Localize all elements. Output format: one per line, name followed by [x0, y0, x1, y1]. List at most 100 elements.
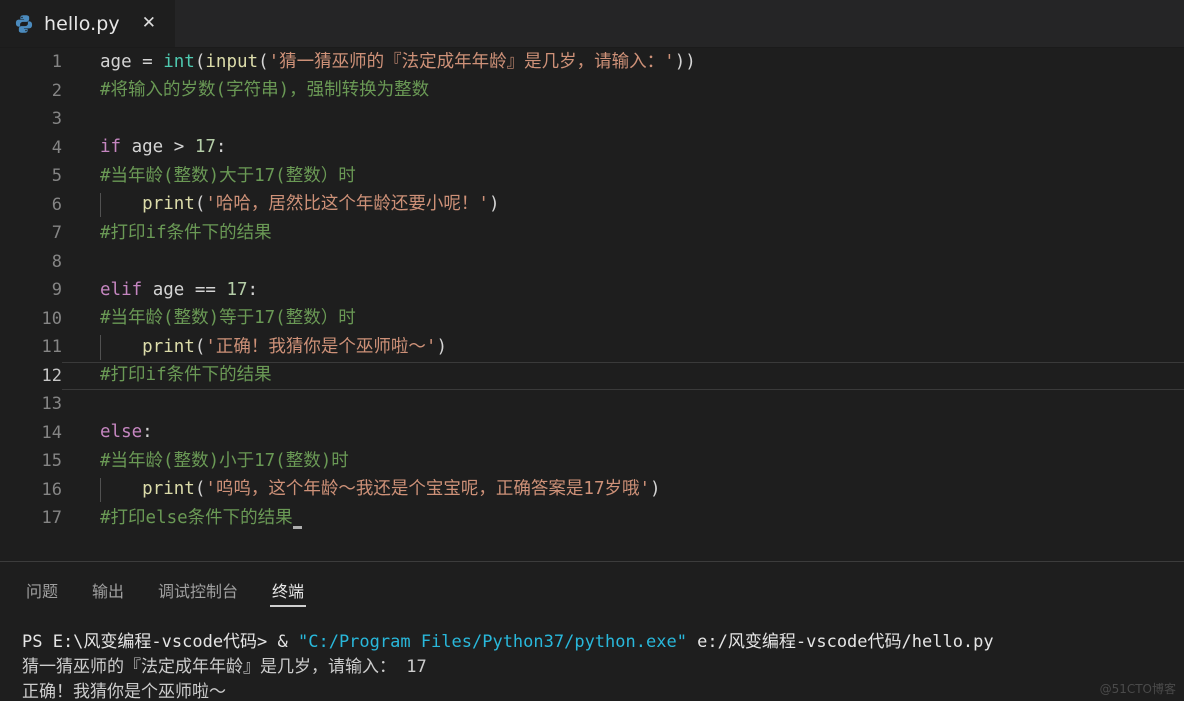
line-number: 7 [51, 223, 62, 244]
code-token: : [247, 279, 259, 300]
close-icon[interactable]: ✕ [142, 15, 156, 32]
code-token: #打印else条件下的结果 [100, 507, 293, 528]
code-line[interactable]: 11 print('正确！我猜你是个巫师啦～') [0, 333, 1184, 362]
code-token: ( [194, 479, 206, 499]
code-line-content[interactable]: print('呜呜，这个年龄～我还是个宝宝呢，正确答案是17岁哦') [62, 476, 1184, 505]
panel-tab-3[interactable]: 终端 [270, 562, 307, 618]
code-line[interactable]: 15 #当年龄(整数)小于17(整数)时 [0, 447, 1184, 476]
code-token: age [100, 51, 143, 72]
indent-guide [100, 477, 101, 502]
editor-tab-label: hello.py [44, 12, 120, 35]
code-token: ) [488, 194, 500, 214]
code-line[interactable]: 13 [0, 390, 1184, 419]
code-line-content[interactable] [62, 390, 1184, 419]
bottom-panel: 问题 输出 调试控制台 终端 PS E:\风变编程-vscode代码> & "C:/P… [0, 561, 1184, 701]
code-line[interactable]: 5 #当年龄(整数)大于17(整数）时 [0, 162, 1184, 191]
code-line-content[interactable]: #打印if条件下的结果 [62, 219, 1184, 248]
line-number: 9 [51, 280, 62, 301]
line-number: 15 [41, 451, 62, 472]
code-line[interactable]: 16 print('呜呜，这个年龄～我还是个宝宝呢，正确答案是17岁哦') [0, 476, 1184, 505]
code-line[interactable]: 2 #将输入的岁数(字符串)，强制转换为整数 [0, 77, 1184, 106]
terminal-output[interactable]: PS E:\风变编程-vscode代码> & "C:/Program Files… [0, 618, 1184, 701]
code-token: else [100, 422, 143, 442]
code-line[interactable]: 1 age = int(input('猜一猜巫师的『法定成年年龄』是几岁，请输入：… [0, 48, 1184, 77]
python-file-icon [14, 14, 34, 34]
editor-tab-hello-py[interactable]: hello.py ✕ [0, 0, 175, 47]
code-line-content[interactable]: #当年龄(整数)小于17(整数)时 [62, 447, 1184, 476]
code-token: print [142, 194, 195, 214]
code-line-content[interactable]: #将输入的岁数(字符串)，强制转换为整数 [62, 77, 1184, 106]
code-token: ( [258, 51, 269, 72]
code-text: #打印if条件下的结果 [100, 365, 272, 385]
code-line-content[interactable]: elif age == 17: [62, 276, 1184, 305]
code-token: : [142, 422, 153, 442]
code-line[interactable]: 17 #打印else条件下的结果 [0, 504, 1184, 533]
code-line[interactable]: 3 [0, 105, 1184, 134]
code-token: )) [674, 51, 696, 72]
code-token: 17 [194, 137, 216, 157]
code-line[interactable]: 8 [0, 248, 1184, 277]
panel-tab-0[interactable]: 问题 [24, 562, 60, 618]
tab-bar-empty-area [175, 0, 1184, 47]
code-token: 17 [226, 279, 248, 300]
code-token: int [163, 51, 195, 72]
terminal-line: PS E:\风变编程-vscode代码> & "C:/Program Files… [22, 630, 1184, 655]
code-line-content[interactable] [62, 248, 1184, 277]
code-line[interactable]: 9 elif age == 17: [0, 276, 1184, 305]
code-token: #打印if条件下的结果 [100, 365, 272, 385]
editor-tab-bar: hello.py ✕ [0, 0, 1184, 48]
code-line-content[interactable]: if age > 17: [62, 134, 1184, 163]
terminal-text: e:/风变编程-vscode代码/hello.py [686, 632, 994, 652]
panel-tab-1[interactable]: 输出 [90, 562, 126, 618]
code-token: print [142, 479, 195, 499]
code-token: ) [650, 479, 661, 499]
code-line-content[interactable]: #打印else条件下的结果 [62, 504, 1184, 533]
terminal-text: 猜一猜巫师的『法定成年年龄』是几岁，请输入： 17 [22, 657, 427, 677]
code-text: #当年龄(整数)小于17(整数)时 [100, 450, 349, 471]
code-token: age [142, 279, 195, 300]
code-line-content[interactable]: #打印if条件下的结果 [62, 361, 1184, 390]
code-token: '猜一猜巫师的『法定成年年龄』是几岁，请输入：' [268, 51, 675, 72]
code-line[interactable]: 6 print('哈哈，居然比这个年龄还要小呢！') [0, 191, 1184, 220]
code-token: ( [194, 51, 206, 72]
text-cursor [292, 526, 302, 529]
code-line[interactable]: 7 #打印if条件下的结果 [0, 219, 1184, 248]
code-token: #当年龄(整数)大于17(整数）时 [100, 165, 356, 186]
code-line-content[interactable]: else: [62, 419, 1184, 448]
panel-tab-bar: 问题 输出 调试控制台 终端 [0, 562, 1184, 618]
code-text: age = int(input('猜一猜巫师的『法定成年年龄』是几岁，请输入：'… [100, 51, 696, 72]
code-text: elif age == 17: [100, 279, 259, 300]
code-text: print('呜呜，这个年龄～我还是个宝宝呢，正确答案是17岁哦') [100, 479, 661, 499]
line-number: 11 [41, 337, 62, 358]
code-line-content[interactable] [62, 105, 1184, 134]
code-line-content[interactable]: print('哈哈，居然比这个年龄还要小呢！') [62, 191, 1184, 220]
terminal-text: PS E:\风变编程-vscode代码> & [22, 632, 298, 652]
line-number: 17 [41, 508, 62, 529]
code-token: #打印if条件下的结果 [100, 222, 272, 243]
line-number: 10 [41, 308, 62, 329]
terminal-line: 猜一猜巫师的『法定成年年龄』是几岁，请输入： 17 [22, 655, 1184, 680]
code-line[interactable]: 14 else: [0, 419, 1184, 448]
code-line[interactable]: 4 if age > 17: [0, 134, 1184, 163]
code-line-content[interactable]: age = int(input('猜一猜巫师的『法定成年年龄』是几岁，请输入：'… [62, 48, 1184, 77]
code-line-content[interactable]: print('正确！我猜你是个巫师啦～') [62, 333, 1184, 362]
code-token: '正确！我猜你是个巫师啦～' [205, 336, 437, 357]
code-token: #当年龄(整数)小于17(整数)时 [100, 450, 349, 471]
code-token: ( [194, 194, 206, 214]
line-number: 12 [41, 365, 62, 386]
code-line[interactable]: 10 #当年龄(整数)等于17(整数）时 [0, 305, 1184, 334]
code-token: elif [100, 279, 143, 300]
code-token: if [100, 137, 122, 157]
line-number: 1 [51, 52, 62, 73]
code-line-content[interactable]: #当年龄(整数)等于17(整数）时 [62, 305, 1184, 334]
code-line-content[interactable]: #当年龄(整数)大于17(整数）时 [62, 162, 1184, 191]
indent-guide [100, 192, 101, 217]
panel-tab-2[interactable]: 调试控制台 [156, 562, 240, 618]
code-editor[interactable]: 1 age = int(input('猜一猜巫师的『法定成年年龄』是几岁，请输入：… [0, 48, 1184, 561]
code-line[interactable]: 12 #打印if条件下的结果 [0, 361, 1184, 390]
line-number: 6 [51, 194, 62, 215]
indent-guide [100, 335, 101, 360]
code-text: #当年龄(整数)大于17(整数）时 [100, 165, 356, 186]
code-text: if age > 17: [100, 137, 226, 157]
